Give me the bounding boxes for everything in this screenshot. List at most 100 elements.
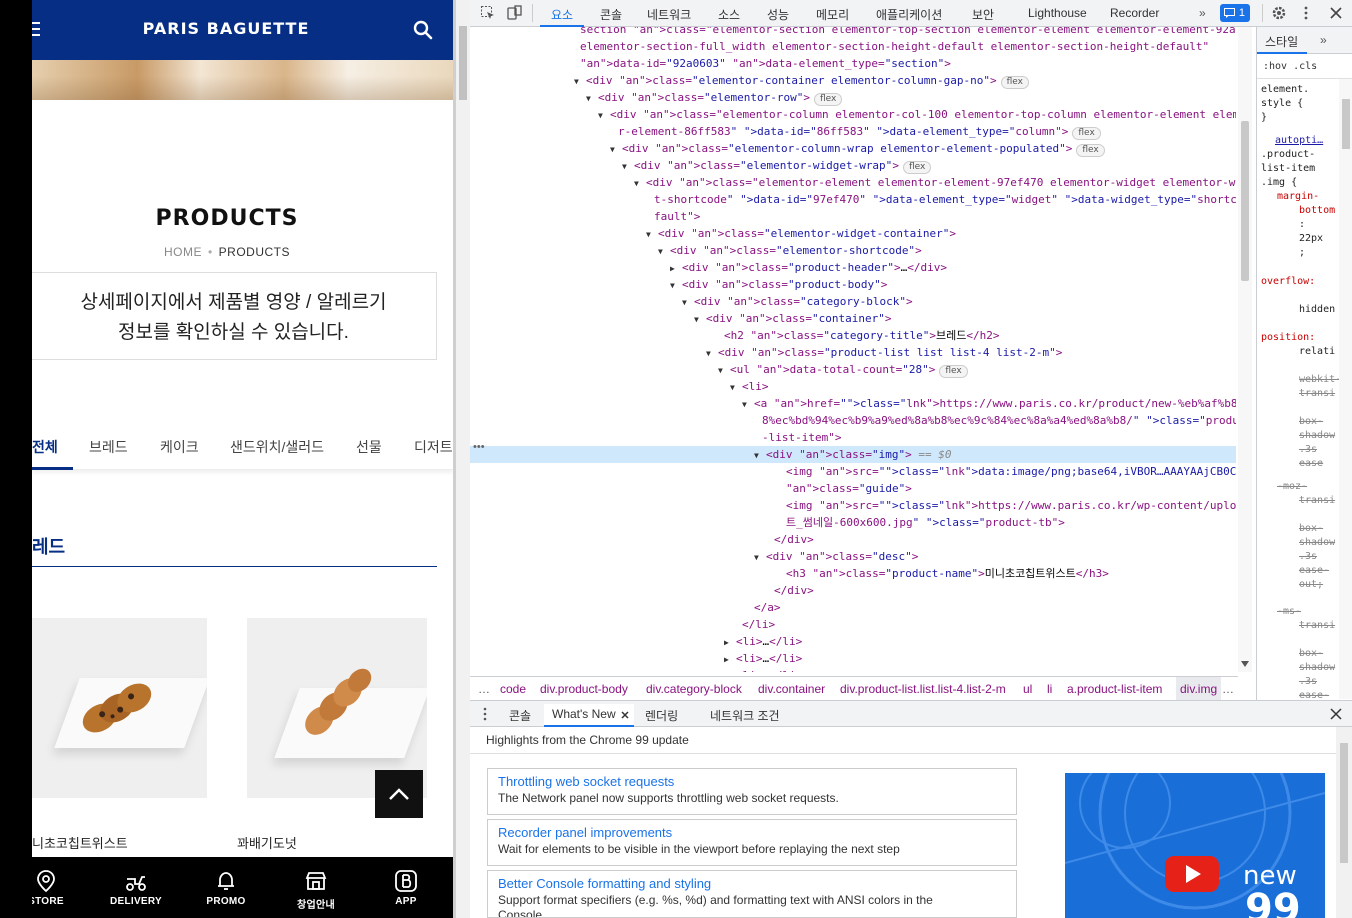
dom-node-line[interactable]: ▼ <div "an">class="product-list list list… [470,344,1236,361]
dom-node-line[interactable]: r-element-86ff583" ">data-id="86ff583" "… [470,123,1236,140]
more-tabs-icon[interactable]: » [1199,6,1206,20]
card-title[interactable]: Better Console formatting and styling [498,875,1006,893]
tab-memory[interactable]: 메모리 [816,6,849,23]
site-scrollbar[interactable] [456,0,470,918]
dom-node-line[interactable]: </div> [470,582,1236,599]
style-rule-text[interactable]: -ms- [1277,605,1301,619]
issues-badge[interactable]: 1 [1220,4,1250,22]
crumb-div-img[interactable]: div.img [1176,677,1222,700]
tab-application[interactable]: 애플리케이션 [876,6,942,23]
style-rule-text[interactable]: shadow [1299,536,1335,550]
style-rule-text[interactable]: 22px [1299,232,1323,246]
card-title[interactable]: Recorder panel improvements [498,824,1006,842]
style-rule-text[interactable]: box- [1299,415,1323,429]
product-name[interactable]: 니초코칩트위스트 [32,833,128,852]
style-rule-text[interactable]: position: [1261,331,1315,345]
whats-new-video-thumbnail[interactable]: new 99 [1065,773,1325,918]
style-rule-text[interactable]: list-item [1261,162,1315,176]
style-rule-text[interactable]: shadow [1299,429,1335,443]
whats-new-card[interactable]: Better Console formatting and styling Su… [487,870,1017,918]
style-rule-text[interactable]: box- [1299,522,1323,536]
style-rule-text[interactable]: transi [1299,494,1335,508]
breadcrumb-overflow-end-icon[interactable]: … [1222,677,1234,700]
crumb-category-block[interactable]: div.category-block [646,677,742,700]
style-rule-text[interactable]: shadow [1299,661,1335,675]
close-drawer-icon[interactable] [1330,708,1342,720]
dom-node-line[interactable]: ▶<li>…</li> [470,633,1236,650]
dom-node-line[interactable]: ▼ <ul "an">data-total-count="28"> flex [470,361,1236,378]
style-rule-text[interactable]: hidden [1299,303,1335,317]
crumb-container[interactable]: div.container [758,677,825,700]
crumb-code[interactable]: code [500,677,526,700]
breadcrumb-overflow-icon[interactable]: … [478,677,490,700]
tab-styles[interactable]: 스타일 [1265,33,1298,50]
dom-node-line[interactable]: ▼ <div "an">class="container"> [470,310,1236,327]
dom-node-line[interactable]: ▼ <li> [470,378,1236,395]
style-rule-text[interactable]: style { [1261,97,1303,111]
crumb-product-body[interactable]: div.product-body [540,677,628,700]
dom-node-line[interactable]: ▼ <div "an">class="category-block"> [470,293,1236,310]
style-rule-text[interactable]: ease [1299,457,1323,471]
card-title[interactable]: Throttling web socket requests [498,773,1006,791]
nav-franchise[interactable]: 창업안내 [274,857,358,918]
flex-badge[interactable]: flex [1000,76,1029,89]
nav-store[interactable]: STORE [32,857,88,918]
styles-filter-toggles[interactable]: :hov .cls [1257,54,1352,79]
dom-node-line[interactable]: ▼ <a "an">href="">class="lnk">https://www… [470,395,1236,412]
dom-node-line[interactable]: t-shortcode" ">data-id="97ef470" ">data-… [470,191,1236,208]
close-tab-icon[interactable] [621,711,629,719]
nav-promo[interactable]: PROMO [184,857,268,918]
dom-node-line[interactable]: ▼ <div "an">class="elementor-element elem… [470,174,1236,191]
flex-badge[interactable]: flex [902,161,932,174]
style-rule-text[interactable]: } [1261,111,1267,125]
tab-bread[interactable]: 브레드 [89,437,128,457]
site-logo[interactable]: PARIS BAGUETTE [32,19,420,38]
style-rule-text[interactable]: box- [1299,647,1323,661]
dom-node-line[interactable]: </a> [470,599,1236,616]
dom-node-line[interactable]: "an">data-id="92a0603" "an">data-element… [470,55,1236,72]
tab-elements[interactable]: 요소 [551,6,573,23]
nav-app[interactable]: APP [364,857,448,918]
style-rule-text[interactable]: .img { [1261,176,1297,190]
style-rule-text[interactable]: -moz- [1277,480,1307,494]
tab-security[interactable]: 보안 [972,6,994,23]
more-options-icon[interactable] [1298,5,1314,21]
flex-badge[interactable]: flex [1072,127,1101,140]
tab-lighthouse[interactable]: Lighthouse [1028,6,1087,20]
style-rule-text[interactable]: .3s [1299,675,1317,689]
dom-node-line[interactable]: <h2 "an">class="category-title">브레드</h2> [470,327,1236,344]
style-rule-text[interactable]: ; [1299,246,1305,260]
drawer-scrollbar[interactable] [1336,727,1352,918]
dom-tree-scrollbar[interactable] [1238,27,1252,672]
flex-badge[interactable]: flex [813,93,843,106]
flex-badge[interactable]: flex [939,365,968,378]
drawer-tab-network-conditions[interactable]: 네트워크 조건 [710,707,780,724]
dom-node-line[interactable]: ▼ <div "an">class="desc"> [470,548,1236,565]
crumb-ul[interactable]: ul [1023,677,1032,700]
dom-node-line[interactable]: section "an">class="elementor-section el… [470,27,1236,38]
dom-node-line[interactable]: ▼ <div "an">class="elementor-column eleme… [470,106,1236,123]
style-rule-text[interactable]: .3s [1299,550,1317,564]
dom-node-line[interactable]: ▶<li>…</li> [470,650,1236,667]
style-rule-text[interactable]: element. [1261,83,1309,97]
crumb-product-list[interactable]: div.product-list.list.list-4.list-2-m [840,677,1006,700]
dom-node-line[interactable]: ▼ <div "an">class="elementor-row"> flex [470,89,1236,106]
style-rule-text[interactable]: ease- [1299,564,1329,578]
dom-node-line[interactable]: ▼ <div "an">class="elementor-widget-wrap"… [470,157,1236,174]
tab-gift[interactable]: 선물 [356,437,382,457]
dom-node-line[interactable]: ▼ <div "an">class="elementor-column-wrap … [470,140,1236,157]
dom-node-line[interactable]: <img "an">src="">class="lnk">data:image/… [470,463,1236,480]
tab-recorder[interactable]: Recorder [1110,6,1159,20]
style-rule-text[interactable]: margin- [1277,190,1319,204]
style-rule-text[interactable]: .3s [1299,443,1317,457]
style-rule-text[interactable]: bottom [1299,204,1335,218]
close-icon[interactable] [1328,5,1344,21]
drawer-tab-rendering[interactable]: 렌더링 [645,707,678,724]
style-rule-text[interactable]: relati [1299,345,1335,359]
tab-sources[interactable]: 소스 [718,6,740,23]
style-rule-text[interactable]: transi [1299,619,1335,633]
tab-sandwich-salad[interactable]: 샌드위치/샐러드 [230,437,324,457]
tab-network[interactable]: 네트워크 [647,6,691,23]
dom-node-line[interactable]: -list-item"> [470,429,1236,446]
crumb-product-list-item[interactable]: a.product-list-item [1067,677,1162,700]
